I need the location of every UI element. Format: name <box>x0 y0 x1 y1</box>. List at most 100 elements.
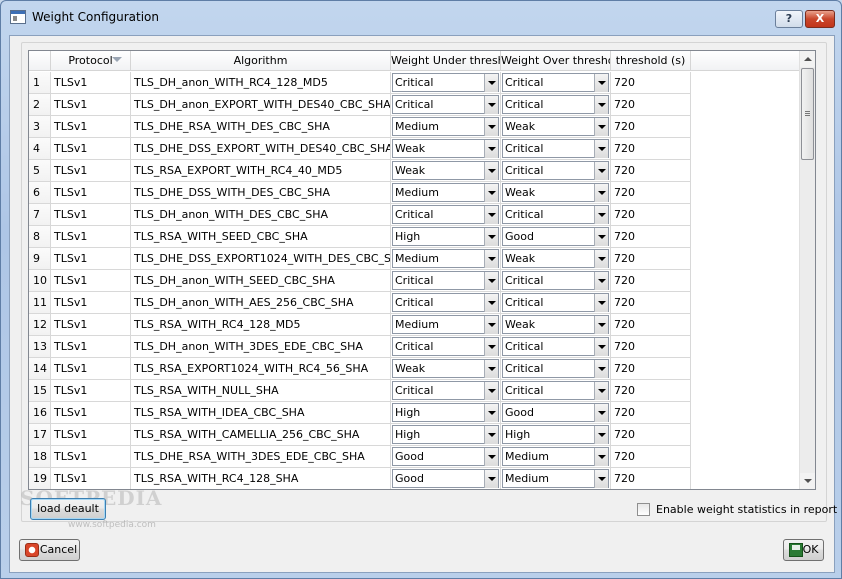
table-row[interactable]: 14 TLSv1 TLS_RSA_EXPORT1024_WITH_RC4_56_SH… <box>29 358 801 380</box>
weight-under-combo-field[interactable]: Critical <box>392 205 499 224</box>
row-index[interactable]: 3 <box>29 116 51 138</box>
weight-over-combo-field[interactable]: High <box>502 425 609 444</box>
threshold-cell[interactable]: 720 <box>611 204 691 226</box>
weight-under-combo[interactable]: High <box>391 424 501 446</box>
weight-under-combo-field[interactable]: High <box>392 425 499 444</box>
weight-over-combo[interactable]: Critical <box>501 292 611 314</box>
chevron-down-icon[interactable] <box>594 74 608 92</box>
chevron-down-icon[interactable] <box>484 118 498 136</box>
weight-under-combo[interactable]: Medium <box>391 314 501 336</box>
ok-button[interactable]: OK <box>783 539 824 561</box>
row-index[interactable]: 10 <box>29 270 51 292</box>
scroll-thumb[interactable] <box>801 68 814 160</box>
weight-under-combo-field[interactable]: Critical <box>392 271 499 290</box>
table-row[interactable]: 17 TLSv1 TLS_RSA_WITH_CAMELLIA_256_CBC_SHA… <box>29 424 801 446</box>
threshold-cell[interactable]: 720 <box>611 336 691 358</box>
threshold-cell[interactable]: 720 <box>611 358 691 380</box>
weight-under-combo-field[interactable]: Critical <box>392 337 499 356</box>
protocol-cell[interactable]: TLSv1 <box>51 138 131 160</box>
weight-over-combo-field[interactable]: Critical <box>502 381 609 400</box>
chevron-down-icon[interactable] <box>484 338 498 356</box>
row-index[interactable]: 12 <box>29 314 51 336</box>
weight-over-combo[interactable]: Medium <box>501 468 611 489</box>
row-index[interactable]: 16 <box>29 402 51 424</box>
chevron-down-icon[interactable] <box>484 404 498 422</box>
row-index[interactable]: 6 <box>29 182 51 204</box>
weight-over-combo[interactable]: High <box>501 424 611 446</box>
weight-under-combo[interactable]: Good <box>391 468 501 489</box>
weight-under-combo[interactable]: Medium <box>391 116 501 138</box>
weight-under-combo-field[interactable]: Critical <box>392 293 499 312</box>
threshold-cell[interactable]: 720 <box>611 138 691 160</box>
threshold-cell[interactable]: 720 <box>611 270 691 292</box>
weight-under-combo-field[interactable]: Weak <box>392 139 499 158</box>
threshold-cell[interactable]: 720 <box>611 226 691 248</box>
chevron-down-icon[interactable] <box>484 206 498 224</box>
protocol-cell[interactable]: TLSv1 <box>51 468 131 489</box>
table-row[interactable]: 2 TLSv1 TLS_DH_anon_EXPORT_WITH_DES40_CBC_… <box>29 94 801 116</box>
threshold-cell[interactable]: 720 <box>611 314 691 336</box>
row-index[interactable]: 13 <box>29 336 51 358</box>
chevron-down-icon[interactable] <box>594 338 608 356</box>
threshold-cell[interactable]: 720 <box>611 468 691 489</box>
weight-over-combo-field[interactable]: Weak <box>502 183 609 202</box>
table-row[interactable]: 9 TLSv1 TLS_DHE_DSS_EXPORT1024_WITH_DES_CB… <box>29 248 801 270</box>
row-index[interactable]: 8 <box>29 226 51 248</box>
protocol-cell[interactable]: TLSv1 <box>51 94 131 116</box>
weight-under-combo-field[interactable]: Critical <box>392 73 499 92</box>
weight-under-combo-field[interactable]: Critical <box>392 381 499 400</box>
protocol-cell[interactable]: TLSv1 <box>51 446 131 468</box>
weight-over-combo[interactable]: Medium <box>501 446 611 468</box>
row-index[interactable]: 1 <box>29 72 51 94</box>
table-row[interactable]: 12 TLSv1 TLS_RSA_WITH_RC4_128_MD5 Medium Wea… <box>29 314 801 336</box>
algorithm-cell[interactable]: TLS_DHE_DSS_WITH_DES_CBC_SHA <box>131 182 391 204</box>
column-header-index[interactable] <box>29 51 51 71</box>
algorithm-cell[interactable]: TLS_RSA_WITH_RC4_128_MD5 <box>131 314 391 336</box>
weight-under-combo-field[interactable]: High <box>392 227 499 246</box>
threshold-cell[interactable]: 720 <box>611 424 691 446</box>
weight-under-combo-field[interactable]: Medium <box>392 249 499 268</box>
weight-under-combo[interactable]: Critical <box>391 380 501 402</box>
protocol-cell[interactable]: TLSv1 <box>51 336 131 358</box>
threshold-cell[interactable]: 720 <box>611 292 691 314</box>
algorithm-cell[interactable]: TLS_DH_anon_WITH_RC4_128_MD5 <box>131 72 391 94</box>
weight-under-combo-field[interactable]: Medium <box>392 183 499 202</box>
weight-under-combo[interactable]: Critical <box>391 336 501 358</box>
weight-under-combo[interactable]: Medium <box>391 248 501 270</box>
threshold-cell[interactable]: 720 <box>611 182 691 204</box>
table-row[interactable]: 18 TLSv1 TLS_DHE_RSA_WITH_3DES_EDE_CBC_SHA… <box>29 446 801 468</box>
chevron-down-icon[interactable] <box>484 360 498 378</box>
algorithm-cell[interactable]: TLS_DH_anon_WITH_SEED_CBC_SHA <box>131 270 391 292</box>
scroll-down-arrow-icon[interactable] <box>800 473 815 489</box>
weight-over-combo[interactable]: Weak <box>501 116 611 138</box>
protocol-cell[interactable]: TLSv1 <box>51 116 131 138</box>
table-row[interactable]: 6 TLSv1 TLS_DHE_DSS_WITH_DES_CBC_SHA Medium… <box>29 182 801 204</box>
weight-over-combo-field[interactable]: Weak <box>502 249 609 268</box>
protocol-cell[interactable]: TLSv1 <box>51 292 131 314</box>
row-index[interactable]: 14 <box>29 358 51 380</box>
chevron-down-icon[interactable] <box>484 382 498 400</box>
algorithm-cell[interactable]: TLS_DHE_RSA_WITH_DES_CBC_SHA <box>131 116 391 138</box>
chevron-down-icon[interactable] <box>594 184 608 202</box>
weight-over-combo-field[interactable]: Critical <box>502 337 609 356</box>
table-row[interactable]: 10 TLSv1 TLS_DH_anon_WITH_SEED_CBC_SHA Crit… <box>29 270 801 292</box>
weight-under-combo-field[interactable]: Medium <box>392 117 499 136</box>
row-index[interactable]: 2 <box>29 94 51 116</box>
weight-over-combo[interactable]: Critical <box>501 204 611 226</box>
weight-under-combo[interactable]: High <box>391 226 501 248</box>
chevron-down-icon[interactable] <box>484 294 498 312</box>
column-header-threshold[interactable]: threshold (s) <box>611 51 691 71</box>
close-button[interactable]: X <box>805 10 835 28</box>
protocol-cell[interactable]: TLSv1 <box>51 226 131 248</box>
column-header-protocol[interactable]: Protocol <box>51 51 131 71</box>
weight-under-combo-field[interactable]: Weak <box>392 359 499 378</box>
chevron-down-icon[interactable] <box>594 118 608 136</box>
protocol-cell[interactable]: TLSv1 <box>51 248 131 270</box>
table-row[interactable]: 15 TLSv1 TLS_RSA_WITH_NULL_SHA Critical Crit… <box>29 380 801 402</box>
weight-over-combo[interactable]: Weak <box>501 248 611 270</box>
algorithm-cell[interactable]: TLS_RSA_EXPORT1024_WITH_RC4_56_SHA <box>131 358 391 380</box>
protocol-cell[interactable]: TLSv1 <box>51 358 131 380</box>
weight-under-combo[interactable]: Critical <box>391 292 501 314</box>
weight-under-combo-field[interactable]: Critical <box>392 95 499 114</box>
help-button[interactable]: ? <box>775 10 803 28</box>
